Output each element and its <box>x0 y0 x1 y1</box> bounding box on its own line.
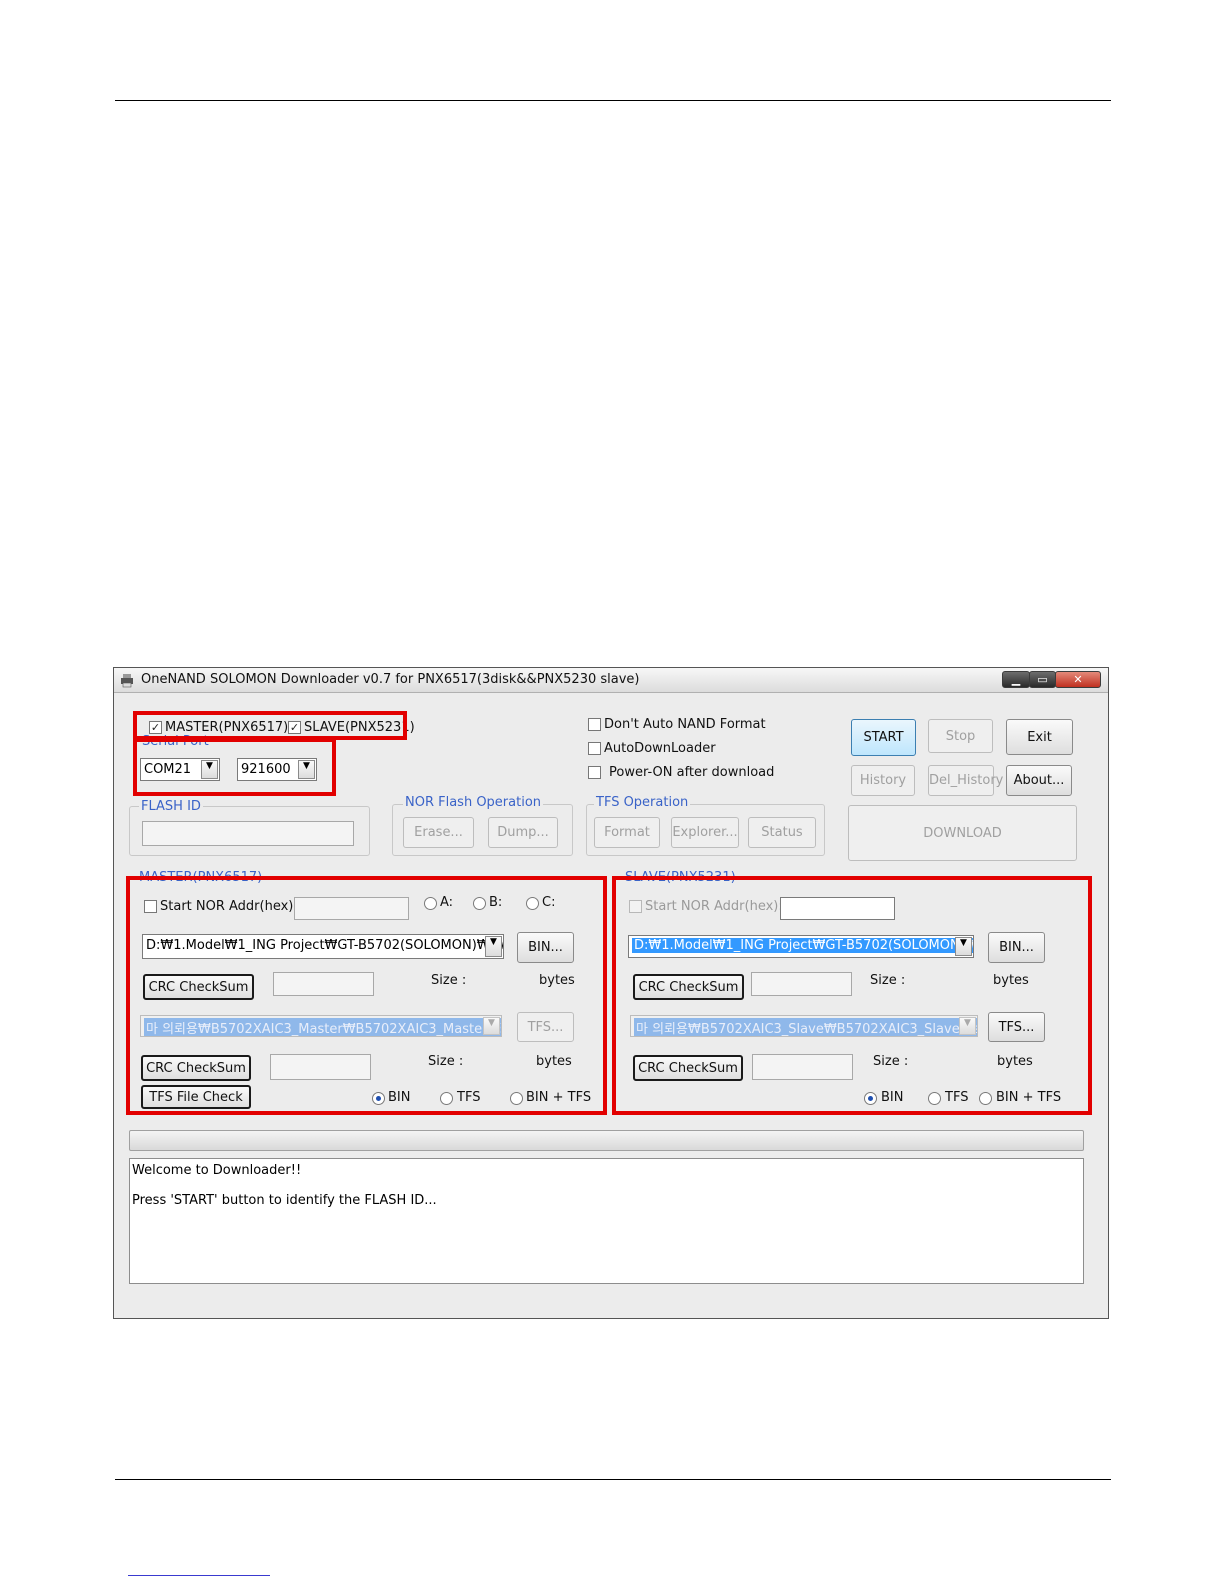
nor-flash-title: NOR Flash Operation <box>403 795 544 810</box>
stop-button[interactable]: Stop <box>928 719 993 753</box>
power-on-label: Power-ON after download <box>609 765 775 780</box>
no-auto-format-label: Don't Auto NAND Format <box>604 717 766 732</box>
master-highlight-box <box>126 876 607 1115</box>
minimize-button[interactable]: ▁ <box>1002 671 1030 688</box>
download-button[interactable]: DOWNLOAD <box>848 805 1077 861</box>
erase-button[interactable]: Erase... <box>403 817 474 848</box>
footer-link-underline <box>128 1575 270 1576</box>
flash-id-title: FLASH ID <box>139 799 203 814</box>
no-auto-format-checkbox[interactable] <box>588 718 601 731</box>
history-button[interactable]: History <box>851 765 915 796</box>
status-button[interactable]: Status <box>748 817 816 848</box>
log-output[interactable]: Welcome to Downloader!! Press 'START' bu… <box>129 1158 1084 1284</box>
page-header-rule <box>115 100 1111 101</box>
mode-highlight-box <box>133 711 407 740</box>
flash-id-field <box>142 821 354 846</box>
maximize-button[interactable]: ▭ <box>1029 671 1056 688</box>
downloader-window: OneNAND SOLOMON Downloader v0.7 for PNX6… <box>113 667 1109 1319</box>
auto-downloader-label: AutoDownLoader <box>604 741 716 756</box>
progress-bar <box>129 1130 1084 1151</box>
window-title: OneNAND SOLOMON Downloader v0.7 for PNX6… <box>141 672 640 687</box>
about-button[interactable]: About... <box>1006 765 1072 796</box>
explorer-button[interactable]: Explorer... <box>671 817 739 848</box>
start-button[interactable]: START <box>851 719 916 756</box>
page-footer-rule <box>115 1479 1111 1480</box>
close-button[interactable]: ✕ <box>1055 671 1101 688</box>
dump-button[interactable]: Dump... <box>488 817 558 848</box>
tfs-operation-title: TFS Operation <box>594 795 691 810</box>
log-line-instruction: Press 'START' button to identify the FLA… <box>132 1193 437 1208</box>
power-on-checkbox[interactable] <box>588 766 601 779</box>
log-line-welcome: Welcome to Downloader!! <box>132 1163 302 1178</box>
format-button[interactable]: Format <box>594 817 660 848</box>
minimize-icon: ▁ <box>1011 673 1021 686</box>
printer-icon <box>121 674 133 688</box>
maximize-icon: ▭ <box>1037 673 1048 686</box>
del-history-button[interactable]: Del_History <box>928 765 1003 796</box>
title-bar[interactable]: OneNAND SOLOMON Downloader v0.7 for PNX6… <box>114 668 1108 693</box>
serial-port-highlight-box <box>133 738 336 796</box>
slave-highlight-box <box>612 876 1092 1115</box>
exit-button[interactable]: Exit <box>1006 719 1073 755</box>
close-icon: ✕ <box>1073 673 1083 686</box>
auto-downloader-checkbox[interactable] <box>588 742 601 755</box>
